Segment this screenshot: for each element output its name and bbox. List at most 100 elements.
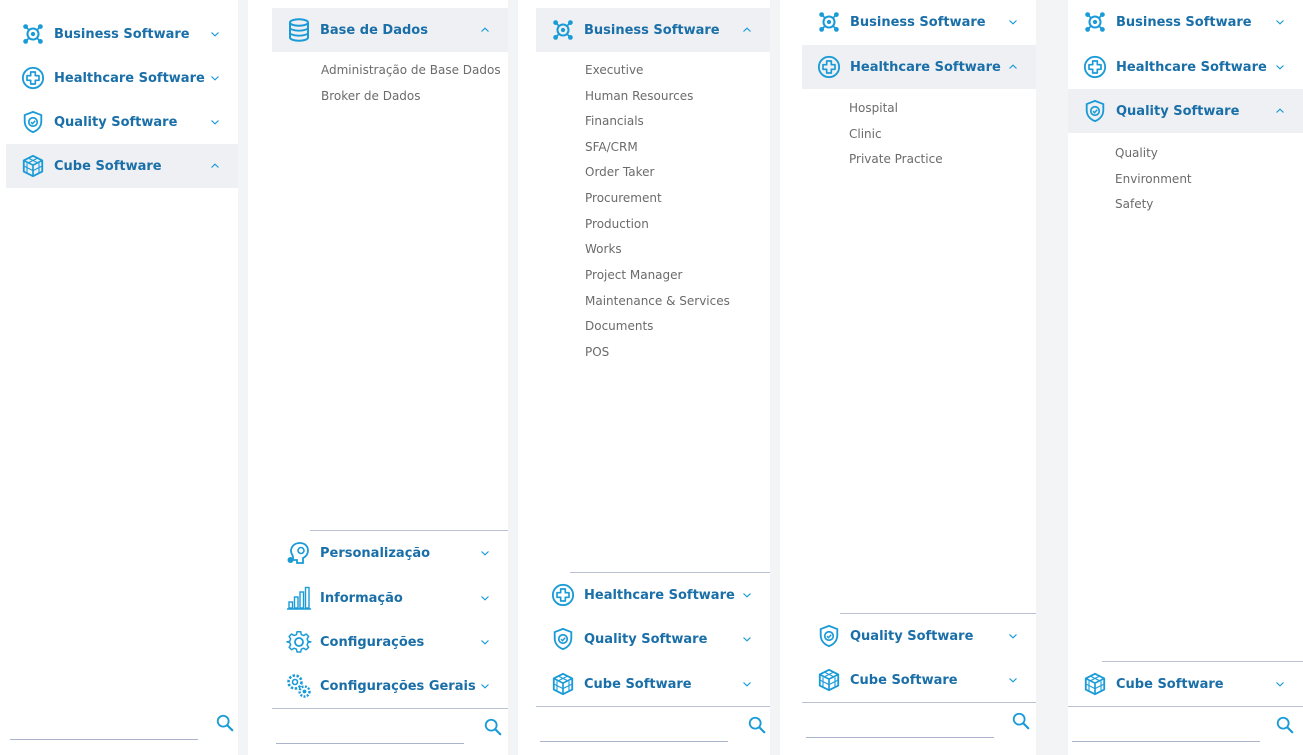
chevron-down-icon: [742, 679, 752, 689]
panel-gap: [238, 0, 248, 755]
search-input[interactable]: [536, 708, 730, 744]
bar-chart-icon: [286, 585, 312, 611]
search-input[interactable]: [802, 704, 996, 740]
submenu-item[interactable]: Environment: [1115, 172, 1192, 186]
panel-gap: [1036, 0, 1068, 755]
quality-shield-icon: [550, 626, 576, 652]
menu-item-label: Business Software: [850, 14, 986, 30]
menu-item-label: Configurações Gerais: [320, 678, 476, 694]
divider: [1068, 706, 1303, 707]
submenu-item[interactable]: Works: [585, 242, 622, 256]
quality-shield-icon: [20, 109, 46, 135]
menu-item-healthcare-software[interactable]: Healthcare Software: [536, 573, 770, 617]
chevron-down-icon: [480, 548, 490, 558]
personalization-icon: [286, 540, 312, 566]
chevron-down-icon: [1275, 679, 1285, 689]
chevron-up-icon: [210, 161, 220, 171]
menu-item-business-software[interactable]: Business Software: [802, 0, 1036, 44]
menu-item-informacao[interactable]: Informação: [272, 576, 508, 620]
submenu-item[interactable]: Production: [585, 217, 649, 231]
menu-item-cube-software[interactable]: Cube Software: [802, 658, 1036, 702]
chevron-down-icon: [1275, 62, 1285, 72]
submenu-item[interactable]: Human Resources: [585, 89, 693, 103]
panel-gap: [508, 0, 518, 755]
submenu-item[interactable]: Broker de Dados: [321, 89, 421, 103]
submenu-item[interactable]: SFA/CRM: [585, 140, 638, 154]
submenu-item[interactable]: Order Taker: [585, 165, 654, 179]
menu-item-cube-software[interactable]: Cube Software: [536, 662, 770, 706]
menu-item-cube-software[interactable]: Cube Software: [6, 144, 238, 188]
submenu-item[interactable]: Financials: [585, 114, 644, 128]
panel-menu-3: Business Software Executive Human Resour…: [536, 0, 770, 755]
menu-item-quality-software[interactable]: Quality Software: [1068, 89, 1303, 133]
menu-item-label: Business Software: [54, 26, 190, 42]
search-bar: [6, 706, 238, 746]
chevron-down-icon: [1008, 631, 1018, 641]
quality-shield-icon: [816, 623, 842, 649]
menu-item-business-software[interactable]: Business Software: [6, 12, 238, 56]
search-bar: [1068, 708, 1303, 748]
chevron-down-icon: [480, 681, 490, 691]
submenu-item[interactable]: Procurement: [585, 191, 662, 205]
menu-item-healthcare-software[interactable]: Healthcare Software: [1068, 45, 1303, 89]
chevron-down-icon: [480, 637, 490, 647]
submenu-item[interactable]: Hospital: [849, 101, 898, 115]
submenu-item[interactable]: Administração de Base Dados: [321, 63, 501, 77]
menu-item-label: Quality Software: [1116, 103, 1240, 119]
submenu-item[interactable]: POS: [585, 345, 609, 359]
search-icon[interactable]: [482, 716, 504, 738]
search-icon[interactable]: [746, 714, 768, 736]
submenu-item[interactable]: Private Practice: [849, 152, 943, 166]
chevron-up-icon: [1008, 62, 1018, 72]
menu-item-business-software[interactable]: Business Software: [1068, 0, 1303, 44]
healthcare-icon: [816, 54, 842, 80]
submenu-item[interactable]: Safety: [1115, 197, 1153, 211]
menu-item-quality-software[interactable]: Quality Software: [536, 617, 770, 661]
search-input[interactable]: [272, 710, 468, 746]
search-icon[interactable]: [1010, 710, 1032, 732]
submenu-item[interactable]: Quality: [1115, 146, 1158, 160]
menu-item-cube-software[interactable]: Cube Software: [1068, 662, 1303, 706]
menu-item-quality-software[interactable]: Quality Software: [802, 614, 1036, 658]
menu-item-label: Configurações: [320, 634, 425, 650]
menu-item-label: Cube Software: [54, 158, 162, 174]
chevron-down-icon: [210, 73, 220, 83]
search-bar: [536, 708, 770, 748]
search-input[interactable]: [6, 706, 198, 742]
submenu-item[interactable]: Clinic: [849, 127, 882, 141]
menu-item-configuracoes[interactable]: Configurações: [272, 620, 508, 664]
submenu-item[interactable]: Documents: [585, 319, 653, 333]
settings-icon: [286, 629, 312, 655]
business-icon: [20, 21, 46, 47]
divider: [802, 702, 1036, 703]
business-icon: [1082, 9, 1108, 35]
menu-item-healthcare-software[interactable]: Healthcare Software: [802, 45, 1036, 89]
chevron-down-icon: [1275, 17, 1285, 27]
search-bar: [802, 704, 1036, 744]
search-underline: [10, 739, 198, 740]
menu-item-quality-software[interactable]: Quality Software: [6, 100, 238, 144]
panel-menu-5: Business Software Healthcare Software Qu…: [1068, 0, 1303, 755]
submenu-item[interactable]: Maintenance & Services: [585, 294, 730, 308]
menu-item-base-de-dados[interactable]: Base de Dados: [272, 8, 508, 52]
search-icon[interactable]: [1274, 714, 1296, 736]
chevron-up-icon: [480, 25, 490, 35]
healthcare-icon: [20, 65, 46, 91]
menu-item-business-software[interactable]: Business Software: [536, 8, 770, 52]
divider: [272, 708, 508, 709]
chevron-down-icon: [1008, 675, 1018, 685]
submenu-item[interactable]: Project Manager: [585, 268, 682, 282]
database-icon: [286, 17, 312, 43]
menu-item-configuracoes-gerais[interactable]: Configurações Gerais: [272, 664, 508, 708]
menu-item-label: Healthcare Software: [584, 587, 735, 603]
chevron-down-icon: [1008, 17, 1018, 27]
search-underline: [276, 743, 464, 744]
menu-item-personalizacao[interactable]: Personalização: [272, 531, 508, 575]
submenu-item[interactable]: Executive: [585, 63, 643, 77]
search-input[interactable]: [1068, 708, 1262, 744]
menu-item-label: Business Software: [1116, 14, 1252, 30]
search-icon[interactable]: [214, 712, 236, 734]
menu-item-healthcare-software[interactable]: Healthcare Software: [6, 56, 238, 100]
search-bar: [272, 710, 508, 750]
search-underline: [540, 741, 728, 742]
